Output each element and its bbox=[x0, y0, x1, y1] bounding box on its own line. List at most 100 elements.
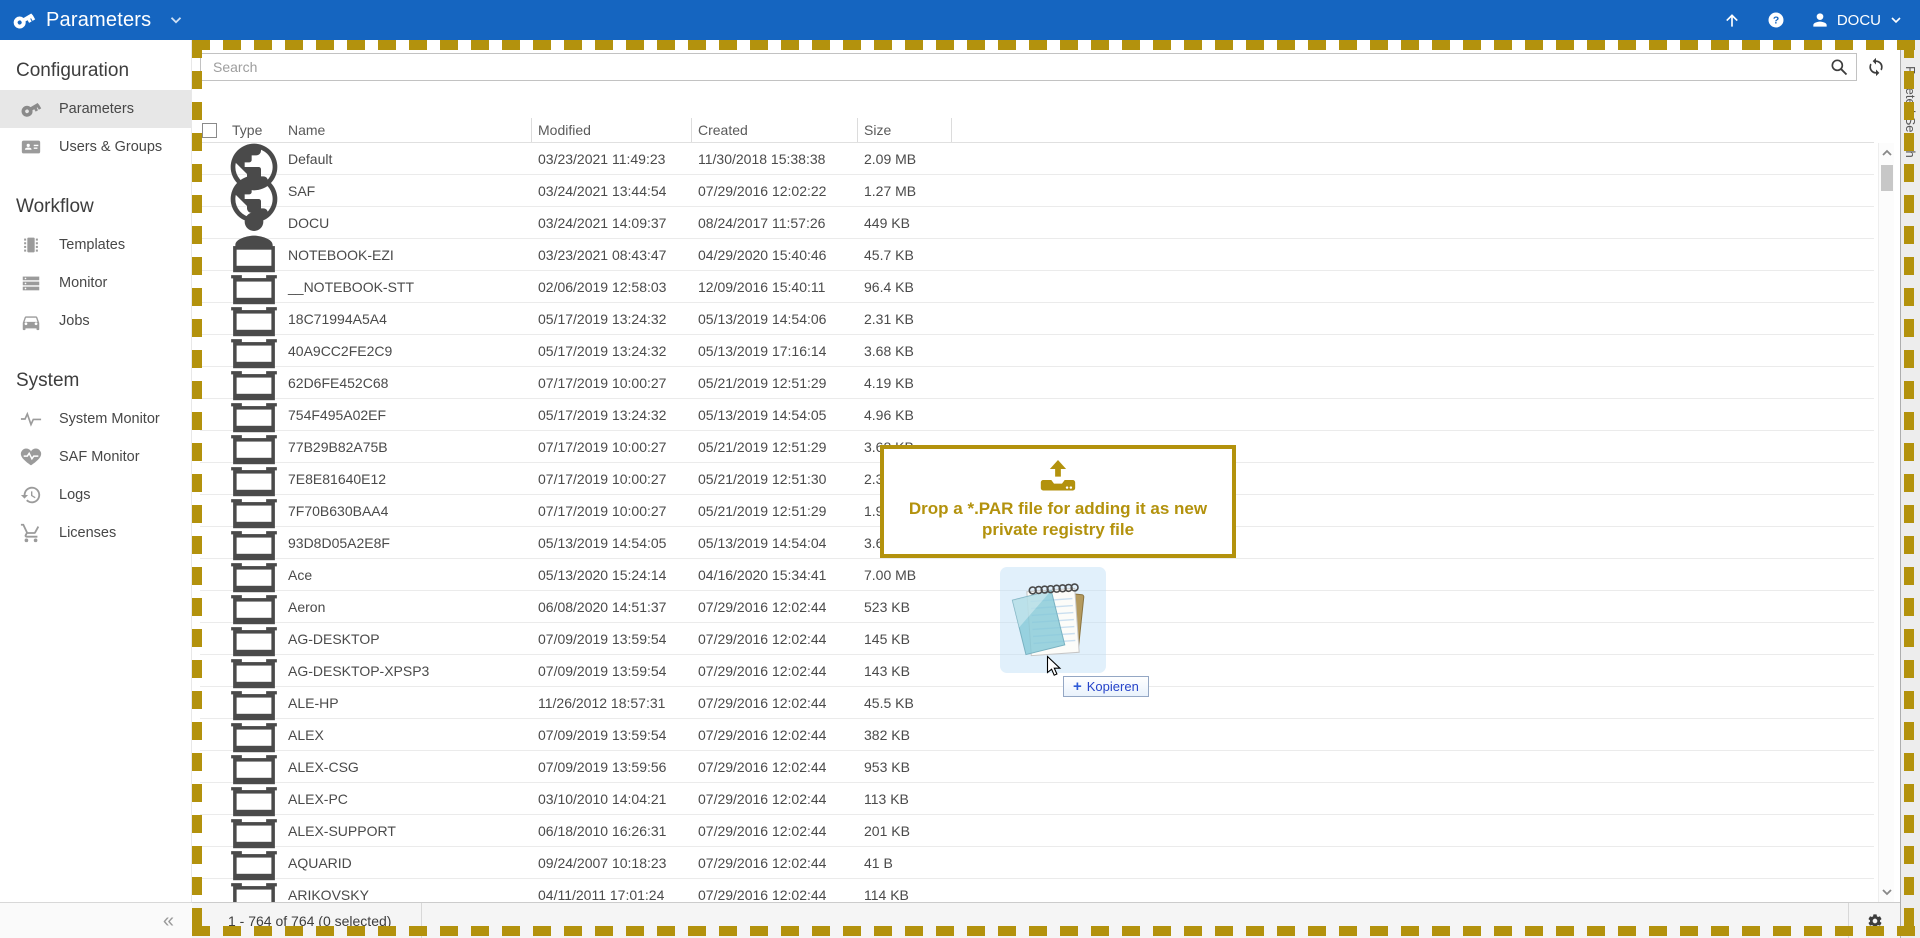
table-row[interactable]: ALEX-SUPPORT06/18/2010 16:26:3107/29/201… bbox=[200, 815, 1874, 847]
table-row[interactable]: ALEX-CSG07/09/2019 13:59:5607/29/2016 12… bbox=[200, 751, 1874, 783]
column-header-modified[interactable]: Modified bbox=[532, 118, 692, 142]
sidebar-item-monitor[interactable]: Monitor bbox=[0, 264, 191, 302]
table-row[interactable]: __NOTEBOOK-STT02/06/2019 12:58:0312/09/2… bbox=[200, 271, 1874, 303]
faceted-search-panel-toggle[interactable]: Faceted Search bbox=[1900, 40, 1920, 938]
vertical-scrollbar[interactable] bbox=[1878, 143, 1894, 902]
cell-created: 05/21/2019 12:51:30 bbox=[692, 471, 858, 487]
cell-size: 2.31 KB bbox=[858, 311, 952, 327]
collapse-sidebar-button[interactable]: « bbox=[163, 911, 174, 931]
cell-size: 1.27 MB bbox=[858, 183, 952, 199]
cell-size: 953 KB bbox=[858, 759, 952, 775]
sidebar-footer: « bbox=[0, 902, 192, 938]
cell-modified: 06/18/2010 16:26:31 bbox=[532, 823, 692, 839]
cell-created: 07/29/2016 12:02:44 bbox=[692, 599, 858, 615]
cell-modified: 11/26/2012 18:57:31 bbox=[532, 695, 692, 711]
cell-modified: 06/08/2020 14:51:37 bbox=[532, 599, 692, 615]
cell-name: Ace bbox=[282, 567, 532, 583]
jobs-car-icon bbox=[20, 310, 42, 332]
table-row[interactable]: DOCU03/24/2021 14:09:3708/24/2017 11:57:… bbox=[200, 207, 1874, 239]
cell-modified: 05/13/2019 14:54:05 bbox=[532, 535, 692, 551]
help-icon[interactable]: ? bbox=[1766, 10, 1786, 30]
scroll-up-icon[interactable] bbox=[1879, 145, 1895, 161]
table-row[interactable]: 754F495A02EF05/17/2019 13:24:3205/13/201… bbox=[200, 399, 1874, 431]
cell-created: 04/29/2020 15:40:46 bbox=[692, 247, 858, 263]
sidebar-item-licenses[interactable]: Licenses bbox=[0, 514, 191, 552]
cell-size: 113 KB bbox=[858, 791, 952, 807]
column-header-name[interactable]: Name bbox=[282, 118, 532, 142]
copy-tooltip-label: Kopieren bbox=[1087, 679, 1139, 694]
cell-size: 45.5 KB bbox=[858, 695, 952, 711]
search-icon[interactable] bbox=[1829, 57, 1849, 77]
cell-name: 7E8E81640E12 bbox=[282, 471, 532, 487]
sidebar-item-users-groups[interactable]: Users & Groups bbox=[0, 128, 191, 166]
id-card-icon bbox=[20, 136, 42, 158]
search-input[interactable] bbox=[200, 53, 1857, 81]
table-row[interactable]: ARIKOVSKY04/11/2011 17:01:2407/29/2016 1… bbox=[200, 879, 1874, 902]
template-chip-icon bbox=[20, 234, 42, 256]
table-row[interactable]: SAF03/24/2021 13:44:5407/29/2016 12:02:2… bbox=[200, 175, 1874, 207]
select-all-checkbox[interactable] bbox=[202, 123, 217, 138]
cell-name: ALEX-PC bbox=[282, 791, 532, 807]
cell-size: 4.19 KB bbox=[858, 375, 952, 391]
sidebar-item-label: Monitor bbox=[59, 275, 107, 291]
table-row[interactable]: Default03/23/2021 11:49:2311/30/2018 15:… bbox=[200, 143, 1874, 175]
cell-created: 07/29/2016 12:02:44 bbox=[692, 887, 858, 903]
upload-arrow-icon[interactable] bbox=[1722, 10, 1742, 30]
cell-modified: 07/17/2019 10:00:27 bbox=[532, 471, 692, 487]
table-row[interactable]: 40A9CC2FE2C905/17/2019 13:24:3205/13/201… bbox=[200, 335, 1874, 367]
gear-icon[interactable] bbox=[1867, 913, 1883, 929]
table-row[interactable]: 18C71994A5A405/17/2019 13:24:3205/13/201… bbox=[200, 303, 1874, 335]
cell-name: 754F495A02EF bbox=[282, 407, 532, 423]
sidebar-section-configuration: ConfigurationParametersUsers & Groups bbox=[0, 60, 191, 166]
column-header-created[interactable]: Created bbox=[692, 118, 858, 142]
sidebar-item-jobs[interactable]: Jobs bbox=[0, 302, 191, 340]
cell-modified: 03/10/2010 14:04:21 bbox=[532, 791, 692, 807]
copy-drag-tooltip: + Kopieren bbox=[1063, 676, 1149, 697]
cell-name: SAF bbox=[282, 183, 532, 199]
column-header-type[interactable]: Type bbox=[226, 118, 282, 142]
table-header: Type Name Modified Created Size bbox=[200, 118, 1874, 143]
cell-created: 05/21/2019 12:51:29 bbox=[692, 375, 858, 391]
cell-name: AG-DESKTOP-XPSP3 bbox=[282, 663, 532, 679]
sidebar-item-templates[interactable]: Templates bbox=[0, 226, 191, 264]
table-settings-cell[interactable] bbox=[1848, 903, 1900, 938]
heart-pulse-icon bbox=[20, 446, 42, 468]
sidebar: ConfigurationParametersUsers & GroupsWor… bbox=[0, 40, 192, 902]
table-row[interactable]: 62D6FE452C6807/17/2019 10:00:2705/21/201… bbox=[200, 367, 1874, 399]
cell-name: __NOTEBOOK-STT bbox=[282, 279, 532, 295]
par-file-drop-zone[interactable]: Drop a *.PAR file for adding it as new p… bbox=[880, 445, 1236, 558]
cell-name: ALE-HP bbox=[282, 695, 532, 711]
scrollbar-thumb[interactable] bbox=[1881, 165, 1893, 191]
search-bar bbox=[200, 53, 1857, 81]
cell-created: 07/29/2016 12:02:44 bbox=[692, 727, 858, 743]
sidebar-item-parameters[interactable]: Parameters bbox=[0, 90, 191, 128]
cell-modified: 07/09/2019 13:59:54 bbox=[532, 631, 692, 647]
sidebar-item-saf-monitor[interactable]: SAF Monitor bbox=[0, 438, 191, 476]
cell-name: AQUARID bbox=[282, 855, 532, 871]
user-menu[interactable]: DOCU bbox=[1810, 10, 1904, 30]
cell-created: 04/16/2020 15:34:41 bbox=[692, 567, 858, 583]
table-row[interactable]: ALE-HP11/26/2012 18:57:3107/29/2016 12:0… bbox=[200, 687, 1874, 719]
cell-modified: 05/13/2020 15:24:14 bbox=[532, 567, 692, 583]
cell-created: 07/29/2016 12:02:44 bbox=[692, 663, 858, 679]
table-row[interactable]: ALEX-PC03/10/2010 14:04:2107/29/2016 12:… bbox=[200, 783, 1874, 815]
page-title: Parameters bbox=[46, 9, 151, 32]
scroll-down-icon[interactable] bbox=[1879, 884, 1895, 900]
sidebar-section-system: SystemSystem MonitorSAF MonitorLogsLicen… bbox=[0, 370, 191, 552]
sidebar-item-system-monitor[interactable]: System Monitor bbox=[0, 400, 191, 438]
history-icon bbox=[20, 484, 42, 506]
cell-created: 07/29/2016 12:02:44 bbox=[692, 791, 858, 807]
table-row[interactable]: ALEX07/09/2019 13:59:5407/29/2016 12:02:… bbox=[200, 719, 1874, 751]
app-brand[interactable]: Parameters bbox=[0, 8, 185, 32]
cell-name: 40A9CC2FE2C9 bbox=[282, 343, 532, 359]
sidebar-item-label: Templates bbox=[59, 237, 125, 253]
cell-modified: 03/23/2021 11:49:23 bbox=[532, 151, 692, 167]
chevron-down-icon[interactable] bbox=[167, 11, 185, 29]
column-header-size[interactable]: Size bbox=[858, 118, 952, 142]
table-row[interactable]: NOTEBOOK-EZI03/23/2021 08:43:4704/29/202… bbox=[200, 239, 1874, 271]
cell-created: 05/13/2019 14:54:05 bbox=[692, 407, 858, 423]
user-name: DOCU bbox=[1837, 12, 1881, 29]
refresh-icon[interactable] bbox=[1866, 57, 1886, 77]
table-row[interactable]: AQUARID09/24/2007 10:18:2307/29/2016 12:… bbox=[200, 847, 1874, 879]
sidebar-item-logs[interactable]: Logs bbox=[0, 476, 191, 514]
